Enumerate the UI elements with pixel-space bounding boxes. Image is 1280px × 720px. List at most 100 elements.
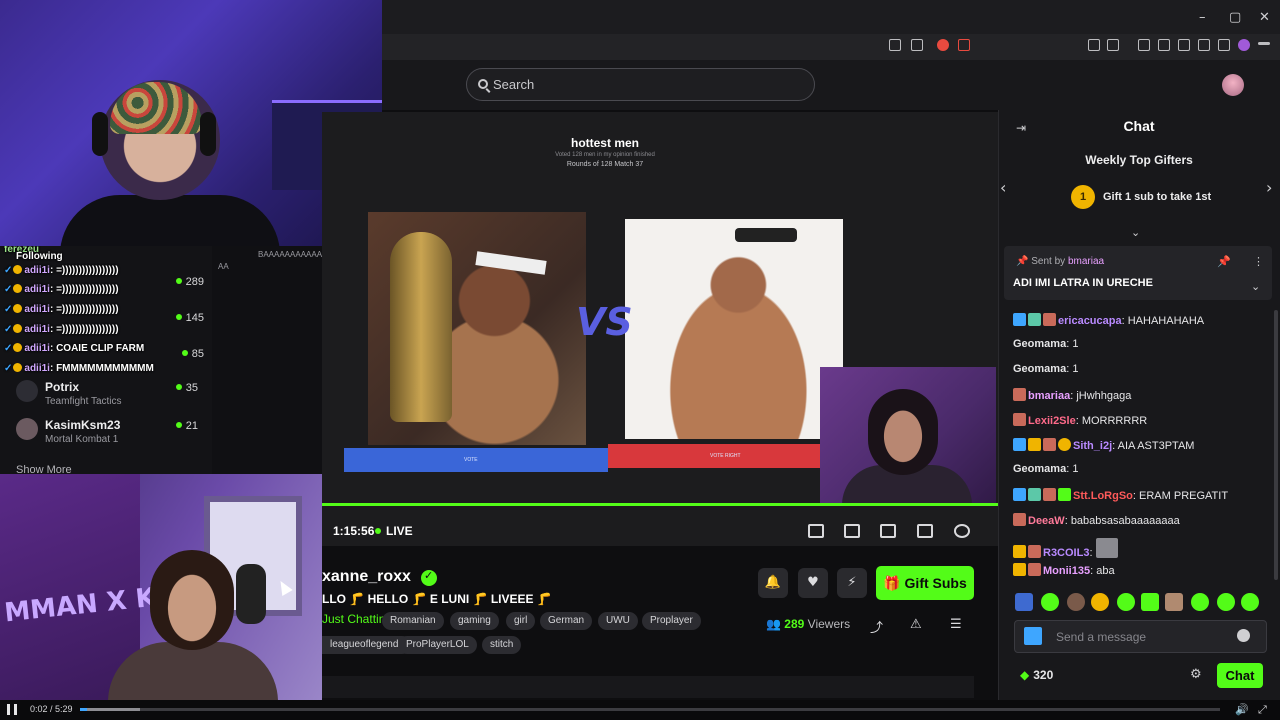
follow-heart-icon[interactable]: ♥ [798,568,828,598]
chat-message: R3COIL3: [1013,538,1120,559]
chat-message: Sith_i2j: AIA AST3PTAM [1013,438,1194,452]
tag[interactable]: ProPlayerLOL [398,636,477,654]
gear-icon[interactable]: ⚙ [1190,667,1202,682]
emote-icon[interactable] [1015,593,1033,611]
emote-icon[interactable] [1217,593,1235,611]
sidebar-icon[interactable] [1158,39,1170,51]
music-icon[interactable] [1138,39,1150,51]
user-menu-icon[interactable]: ☰ [950,617,962,632]
raid-icon[interactable]: ⚡ [837,568,867,598]
chat-message: Monii135: aba [1013,563,1115,577]
tag[interactable]: girl [506,612,536,630]
zoom-icon[interactable] [889,39,901,51]
screenshot-icon[interactable] [1178,39,1190,51]
player-time: 0:02 / 5:29 [30,704,73,714]
download-icon[interactable] [1218,39,1230,51]
pin-icon[interactable]: 📌 [1217,255,1231,268]
contestant-right-photo[interactable] [625,219,843,439]
headset-right [200,112,216,156]
tab-icon[interactable] [1107,39,1119,51]
more-icon[interactable]: ⋮ [1253,255,1264,268]
vote-right-button[interactable]: VOTE RIGHT [608,444,820,468]
tag[interactable]: German [540,612,593,630]
stream-uptime: 1:15:56 [333,524,375,538]
chat-send-button[interactable]: Chat [1217,663,1263,688]
chevron-down-icon[interactable]: ⌄ [1251,280,1260,293]
chatlog-line: AA [218,262,229,271]
gift-cta[interactable]: Gift 1 sub to take 1st [1103,191,1211,203]
theater-icon[interactable] [880,524,896,538]
expand-icon[interactable]: ⌄ [1131,226,1140,239]
viewer-count: 145 [176,312,204,324]
menu-icon[interactable] [1258,42,1270,45]
emote-icon[interactable] [1117,593,1135,611]
extension-brave-icon[interactable] [937,39,949,51]
gear-icon[interactable] [954,524,970,538]
chevron-right-icon[interactable]: › [1266,178,1272,197]
tag[interactable]: Proplayer [642,612,701,630]
extension-alert-icon[interactable] [958,39,970,51]
seek-buffer [80,708,140,711]
streamer-name[interactable]: xanne_roxx [322,568,411,586]
viewer-count: 👥 289 Viewers [766,617,851,631]
user-avatar[interactable] [1222,74,1244,96]
gift-subs-button[interactable]: 🎁 Gift Subs [876,566,974,600]
emote-icon[interactable] [1067,593,1085,611]
face [150,550,234,650]
share-icon[interactable] [911,39,923,51]
tag[interactable]: Romanian [382,612,444,630]
sidebar-channel[interactable]: 85 [150,346,204,366]
emote-icon[interactable] [1241,593,1259,611]
viewer-count: 21 [176,420,198,432]
emote-image [1095,538,1118,558]
tag[interactable]: UWU [598,612,638,630]
chevron-left-icon[interactable]: ‹ [1000,178,1006,197]
emote-icon[interactable] [1041,593,1059,611]
chat-title: Chat [1123,118,1155,134]
microphone [236,564,266,624]
emote-icon[interactable] [1141,593,1159,611]
seek-bar[interactable] [80,708,1220,711]
live-dot-icon [375,528,381,534]
emote-icon[interactable] [1091,593,1109,611]
chat-message: Geomama: 1 [1013,363,1079,375]
search-placeholder: Search [493,77,535,92]
tag[interactable]: stitch [482,636,522,654]
profile-icon[interactable] [1238,39,1250,51]
maximize-icon[interactable]: ▢ [1229,10,1241,25]
video-progress[interactable] [322,503,998,506]
emote-icon[interactable] [1165,593,1183,611]
emote-icon[interactable] [1191,593,1209,611]
channel-name: KasimKsm23 [45,418,121,432]
fullscreen-icon[interactable]: ⤢ [1258,703,1267,717]
sidebar-channel[interactable]: Potrix Teamfight Tactics 35 [16,380,212,407]
emoji-icon[interactable] [1237,629,1250,642]
report-icon[interactable]: ⚠ [910,617,922,632]
pip-icon[interactable] [808,524,824,538]
vote-left-button[interactable]: VOTE [344,448,608,472]
channel-name: Potrix [45,380,80,394]
pause-icon[interactable] [7,704,17,715]
close-icon[interactable]: ✕ [1259,10,1270,25]
overlay-chat-line: ✓ adii1i: =))))))))))))))))) [4,284,119,295]
minimize-icon[interactable]: – [1199,10,1206,25]
clip-icon[interactable] [844,524,860,538]
sidebar-channel[interactable]: 145 [150,310,204,330]
pinned-message[interactable] [1004,246,1272,300]
bracket-title: hottest men [570,136,639,150]
sidebar-channel[interactable]: KasimKsm23 Mortal Kombat 1 21 [16,418,212,445]
fullscreen-icon[interactable] [917,524,933,538]
tag[interactable]: gaming [450,612,499,630]
volume-icon[interactable]: 🔊 [1235,703,1249,716]
chat-scrollbar[interactable] [1274,310,1278,580]
notification-bell-icon[interactable]: 🔔 [758,568,788,598]
puzzle-icon[interactable] [1088,39,1100,51]
overlay-chat-line: ✓ adii1i: =))))))))))))))))) [4,265,119,276]
share-icon[interactable]: ⤴ [870,617,883,636]
chat-message: Geomama: 1 [1013,338,1079,350]
wallet-icon[interactable] [1198,39,1210,51]
sidebar-channel[interactable]: 289 [150,274,204,294]
avatar [16,380,38,402]
headband [735,228,797,242]
channel-points[interactable]: 320 [1020,668,1053,682]
